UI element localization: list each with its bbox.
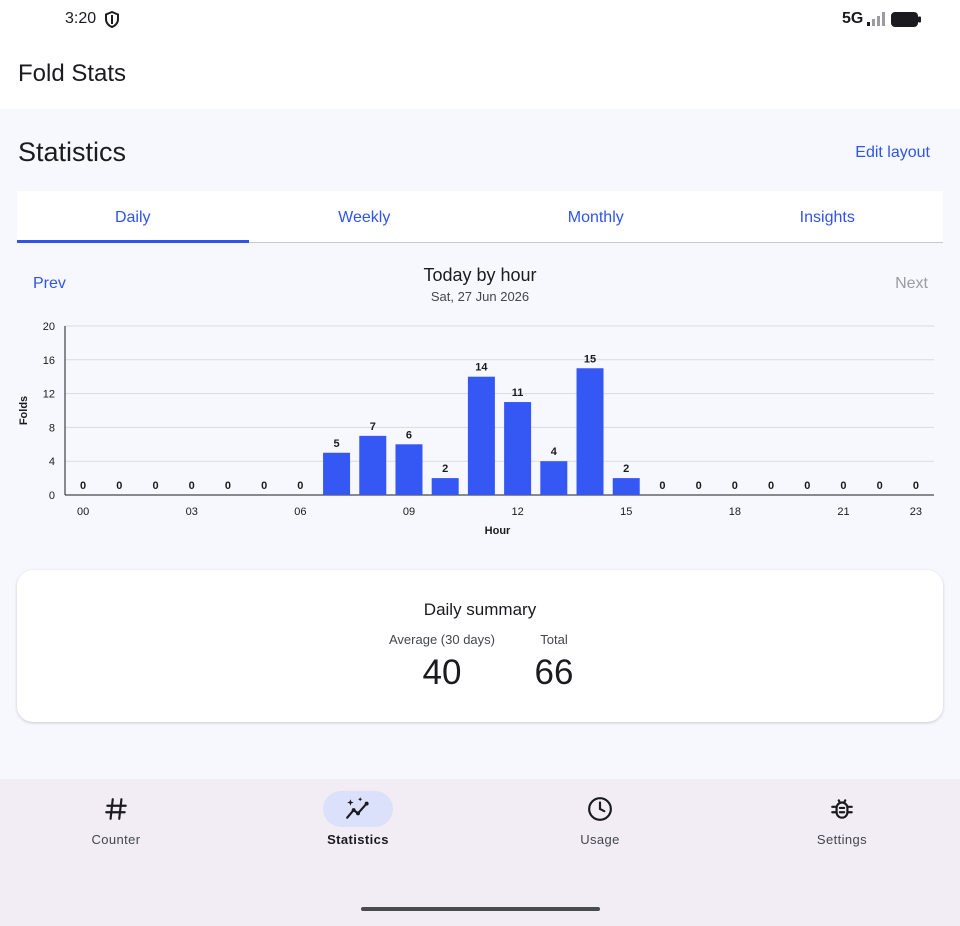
data-label-00: 0	[80, 480, 86, 492]
data-label-16: 0	[659, 480, 665, 492]
y-tick-label: 4	[49, 456, 55, 468]
daily-summary-card: Daily summary Average (30 days) 40 Total…	[17, 570, 943, 722]
data-label-01: 0	[116, 480, 122, 492]
shield-icon	[105, 11, 119, 28]
sparkle-chart-icon	[346, 797, 369, 819]
data-label-06: 0	[297, 480, 303, 492]
data-label-02: 0	[152, 480, 158, 492]
data-label-23: 0	[913, 480, 919, 492]
period-tabs: Daily Weekly Monthly Insights	[17, 191, 943, 243]
hash-icon	[105, 798, 127, 820]
app-bar: Fold Stats	[0, 40, 960, 109]
nav-statistics-label: Statistics	[327, 832, 389, 847]
data-label-08: 7	[370, 421, 376, 433]
nav-usage[interactable]: Usage	[540, 791, 660, 847]
network-type: 5G	[842, 10, 864, 27]
bar-08	[359, 435, 387, 495]
nav-counter[interactable]: Counter	[56, 791, 176, 847]
nav-settings[interactable]: Settings	[782, 791, 902, 847]
home-indicator	[361, 907, 600, 911]
x-tick-label: 21	[837, 506, 849, 518]
total-value: 66	[534, 653, 574, 692]
tab-weekly[interactable]: Weekly	[249, 191, 481, 242]
page-title: Statistics	[18, 137, 127, 167]
average-value: 40	[422, 653, 462, 692]
bar-10	[431, 478, 459, 495]
x-tick-label: 15	[620, 506, 632, 518]
hourly-bar-chart: 0 4 8 12 16 20 0 0 0 0 0 0 0 5 7 6 2 14 11 4 15 2 0 0 0 0 0 0 0 0 00 03…	[0, 309, 960, 549]
nav-usage-pill	[565, 791, 635, 827]
data-label-19: 0	[768, 480, 774, 492]
signal-icon	[867, 12, 885, 26]
data-label-22: 0	[877, 480, 883, 492]
data-label-20: 0	[804, 480, 810, 492]
data-label-03: 0	[189, 480, 195, 492]
chart-header: Prev Today by hour Sat, 27 Jun 2026 Next	[0, 259, 960, 309]
total-stat: Total 66	[514, 632, 594, 693]
chart-subtitle: Sat, 27 Jun 2026	[430, 289, 530, 304]
x-tick-label: 03	[186, 506, 198, 518]
data-label-13: 4	[551, 446, 558, 458]
app-title: Fold Stats	[18, 60, 127, 87]
bar-07	[323, 452, 351, 495]
y-tick-label: 8	[49, 422, 55, 434]
chart-svg: 0481216200 0 0 0 0 0 05762141141520 0 0 0 0 0 0 000 03…	[18, 321, 934, 537]
bar-15	[612, 478, 640, 495]
x-tick-label: 06	[294, 506, 306, 518]
nav-statistics[interactable]: Statistics	[298, 791, 418, 847]
status-bar: 3:20 5G	[0, 0, 960, 40]
data-label-07: 5	[334, 438, 340, 450]
x-tick-label: 18	[729, 506, 741, 518]
y-tick-label: 0	[49, 490, 55, 502]
bar-11	[467, 376, 495, 495]
data-label-09: 6	[406, 429, 412, 441]
bug-icon	[831, 799, 853, 819]
data-label-18: 0	[732, 480, 738, 492]
data-label-05: 0	[261, 480, 267, 492]
statistics-content: Statistics Edit layout Daily Weekly Mont…	[0, 109, 960, 779]
y-tick-label: 12	[43, 389, 55, 401]
x-tick-label: 09	[403, 506, 415, 518]
tab-daily[interactable]: Daily	[17, 191, 249, 243]
nav-usage-label: Usage	[580, 832, 620, 847]
bar-13	[540, 461, 568, 495]
chart-title: Today by hour	[423, 265, 537, 285]
data-label-21: 0	[840, 480, 846, 492]
summary-title: Daily summary	[423, 600, 537, 619]
data-label-17: 0	[696, 480, 702, 492]
battery-icon	[891, 12, 921, 27]
nav-settings-label: Settings	[816, 832, 868, 847]
x-tick-label: 00	[77, 506, 89, 518]
data-label-14: 15	[584, 353, 596, 365]
nav-settings-pill	[807, 791, 877, 827]
bar-12	[504, 402, 532, 495]
x-axis-label: Hour	[485, 525, 511, 537]
y-tick-label: 16	[43, 355, 55, 367]
tab-monthly[interactable]: Monthly	[480, 191, 712, 242]
data-label-12: 11	[512, 387, 524, 399]
bottom-navigation: Counter Statistics Usage Settings	[0, 779, 960, 926]
clock-icon	[588, 797, 612, 821]
x-tick-label: 12	[511, 506, 523, 518]
data-label-04: 0	[225, 480, 231, 492]
status-time: 3:20	[65, 10, 97, 27]
tab-insights[interactable]: Insights	[712, 191, 944, 242]
bar-09	[395, 444, 423, 495]
total-label: Total	[540, 632, 568, 647]
x-tick-label: 23	[910, 506, 922, 518]
nav-counter-label: Counter	[91, 832, 141, 847]
nav-statistics-pill	[323, 791, 393, 827]
data-label-10: 2	[442, 463, 448, 475]
y-tick-label: 20	[43, 321, 55, 333]
average-stat: Average (30 days) 40	[367, 632, 517, 693]
data-label-15: 2	[623, 463, 629, 475]
y-axis-label: Folds	[18, 396, 30, 425]
edit-layout-button[interactable]: Edit layout	[855, 144, 930, 162]
next-button[interactable]: Next	[895, 275, 928, 293]
bar-14	[576, 368, 604, 495]
nav-counter-pill	[81, 791, 151, 827]
data-label-11: 14	[475, 362, 488, 374]
average-label: Average (30 days)	[389, 632, 495, 647]
